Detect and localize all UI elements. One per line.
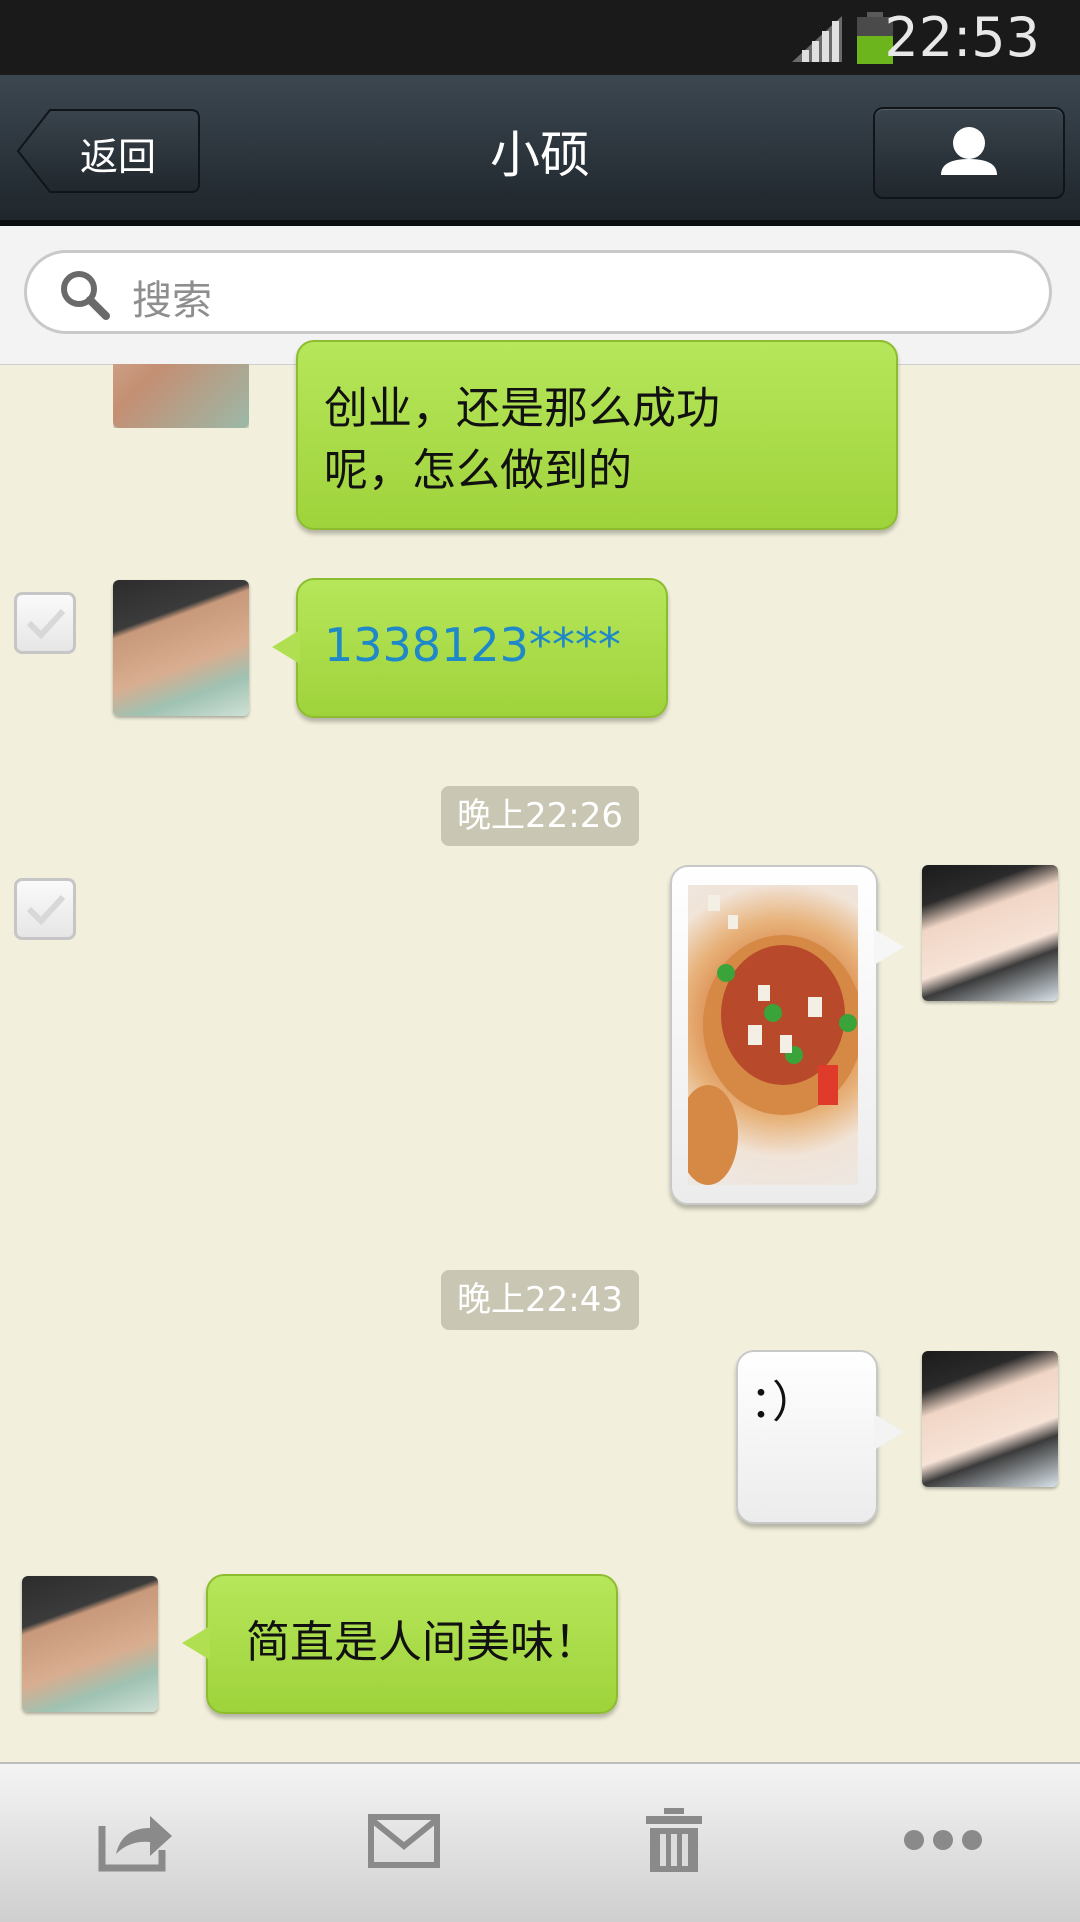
message-text: ：） <box>750 1377 816 1428</box>
search-placeholder: 搜索 <box>132 278 212 324</box>
avatar-self[interactable] <box>922 865 1058 1001</box>
profile-button[interactable] <box>873 107 1065 199</box>
message-bubble[interactable]: 创业，还是那么成功 呢，怎么做到的 <box>296 340 898 530</box>
select-checkbox[interactable] <box>14 878 76 940</box>
user-icon <box>941 127 997 175</box>
check-icon <box>26 894 66 926</box>
status-time: 22:53 <box>884 6 1040 69</box>
food-photo[interactable] <box>688 885 858 1185</box>
search-icon <box>61 271 110 320</box>
phone-number-link[interactable]: 1338123**** <box>324 618 621 672</box>
more-icon[interactable] <box>902 1828 984 1852</box>
trash-icon[interactable] <box>646 1808 702 1872</box>
timestamp-badge: 晚上22:26 <box>441 786 639 846</box>
message-bubble[interactable]: ：） <box>736 1350 904 1524</box>
signal-icon <box>792 16 842 62</box>
check-icon <box>26 608 66 640</box>
timestamp-badge: 晚上22:43 <box>441 1270 639 1330</box>
message-text: 简直是人间美味！ <box>246 1617 598 1668</box>
select-checkbox[interactable] <box>14 592 76 654</box>
image-message-bubble[interactable] <box>670 865 904 1205</box>
message-bubble[interactable]: 简直是人间美味！ <box>182 1574 618 1714</box>
message-bubble[interactable]: 1338123**** <box>272 578 668 718</box>
avatar-self[interactable] <box>922 1351 1058 1487</box>
mail-icon[interactable] <box>368 1814 440 1868</box>
share-icon[interactable] <box>98 1810 174 1872</box>
message-text: 创业，还是那么成功 呢，怎么做到的 <box>324 383 720 496</box>
avatar-contact[interactable] <box>113 580 249 716</box>
avatar-contact[interactable] <box>22 1576 158 1712</box>
